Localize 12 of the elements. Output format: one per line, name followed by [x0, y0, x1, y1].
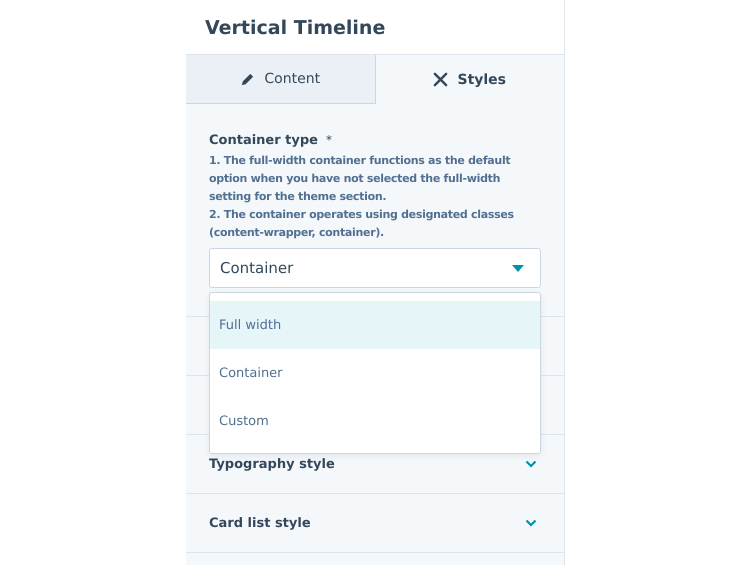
- container-type-dropdown[interactable]: Container: [209, 248, 541, 288]
- section-header[interactable]: Card list style: [209, 516, 311, 530]
- section-header[interactable]: Typography style: [209, 456, 335, 472]
- help-text: 2. The container operates using designated classes (content-wrapper, container).: [209, 207, 515, 241]
- panel-title: Vertical Timeline: [205, 17, 386, 39]
- help-text: 1. The full-width container functions as the default option when you have not selected the full-width setting for the theme section.: [209, 153, 512, 205]
- dropdown-option[interactable]: Full width: [210, 301, 540, 349]
- dropdown-option[interactable]: Container: [210, 349, 540, 397]
- required-mark: *: [326, 133, 332, 148]
- tab[interactable]: Content: [186, 55, 376, 104]
- dropdown-option[interactable]: Custom: [210, 397, 540, 445]
- field-label: Container type: [209, 133, 318, 148]
